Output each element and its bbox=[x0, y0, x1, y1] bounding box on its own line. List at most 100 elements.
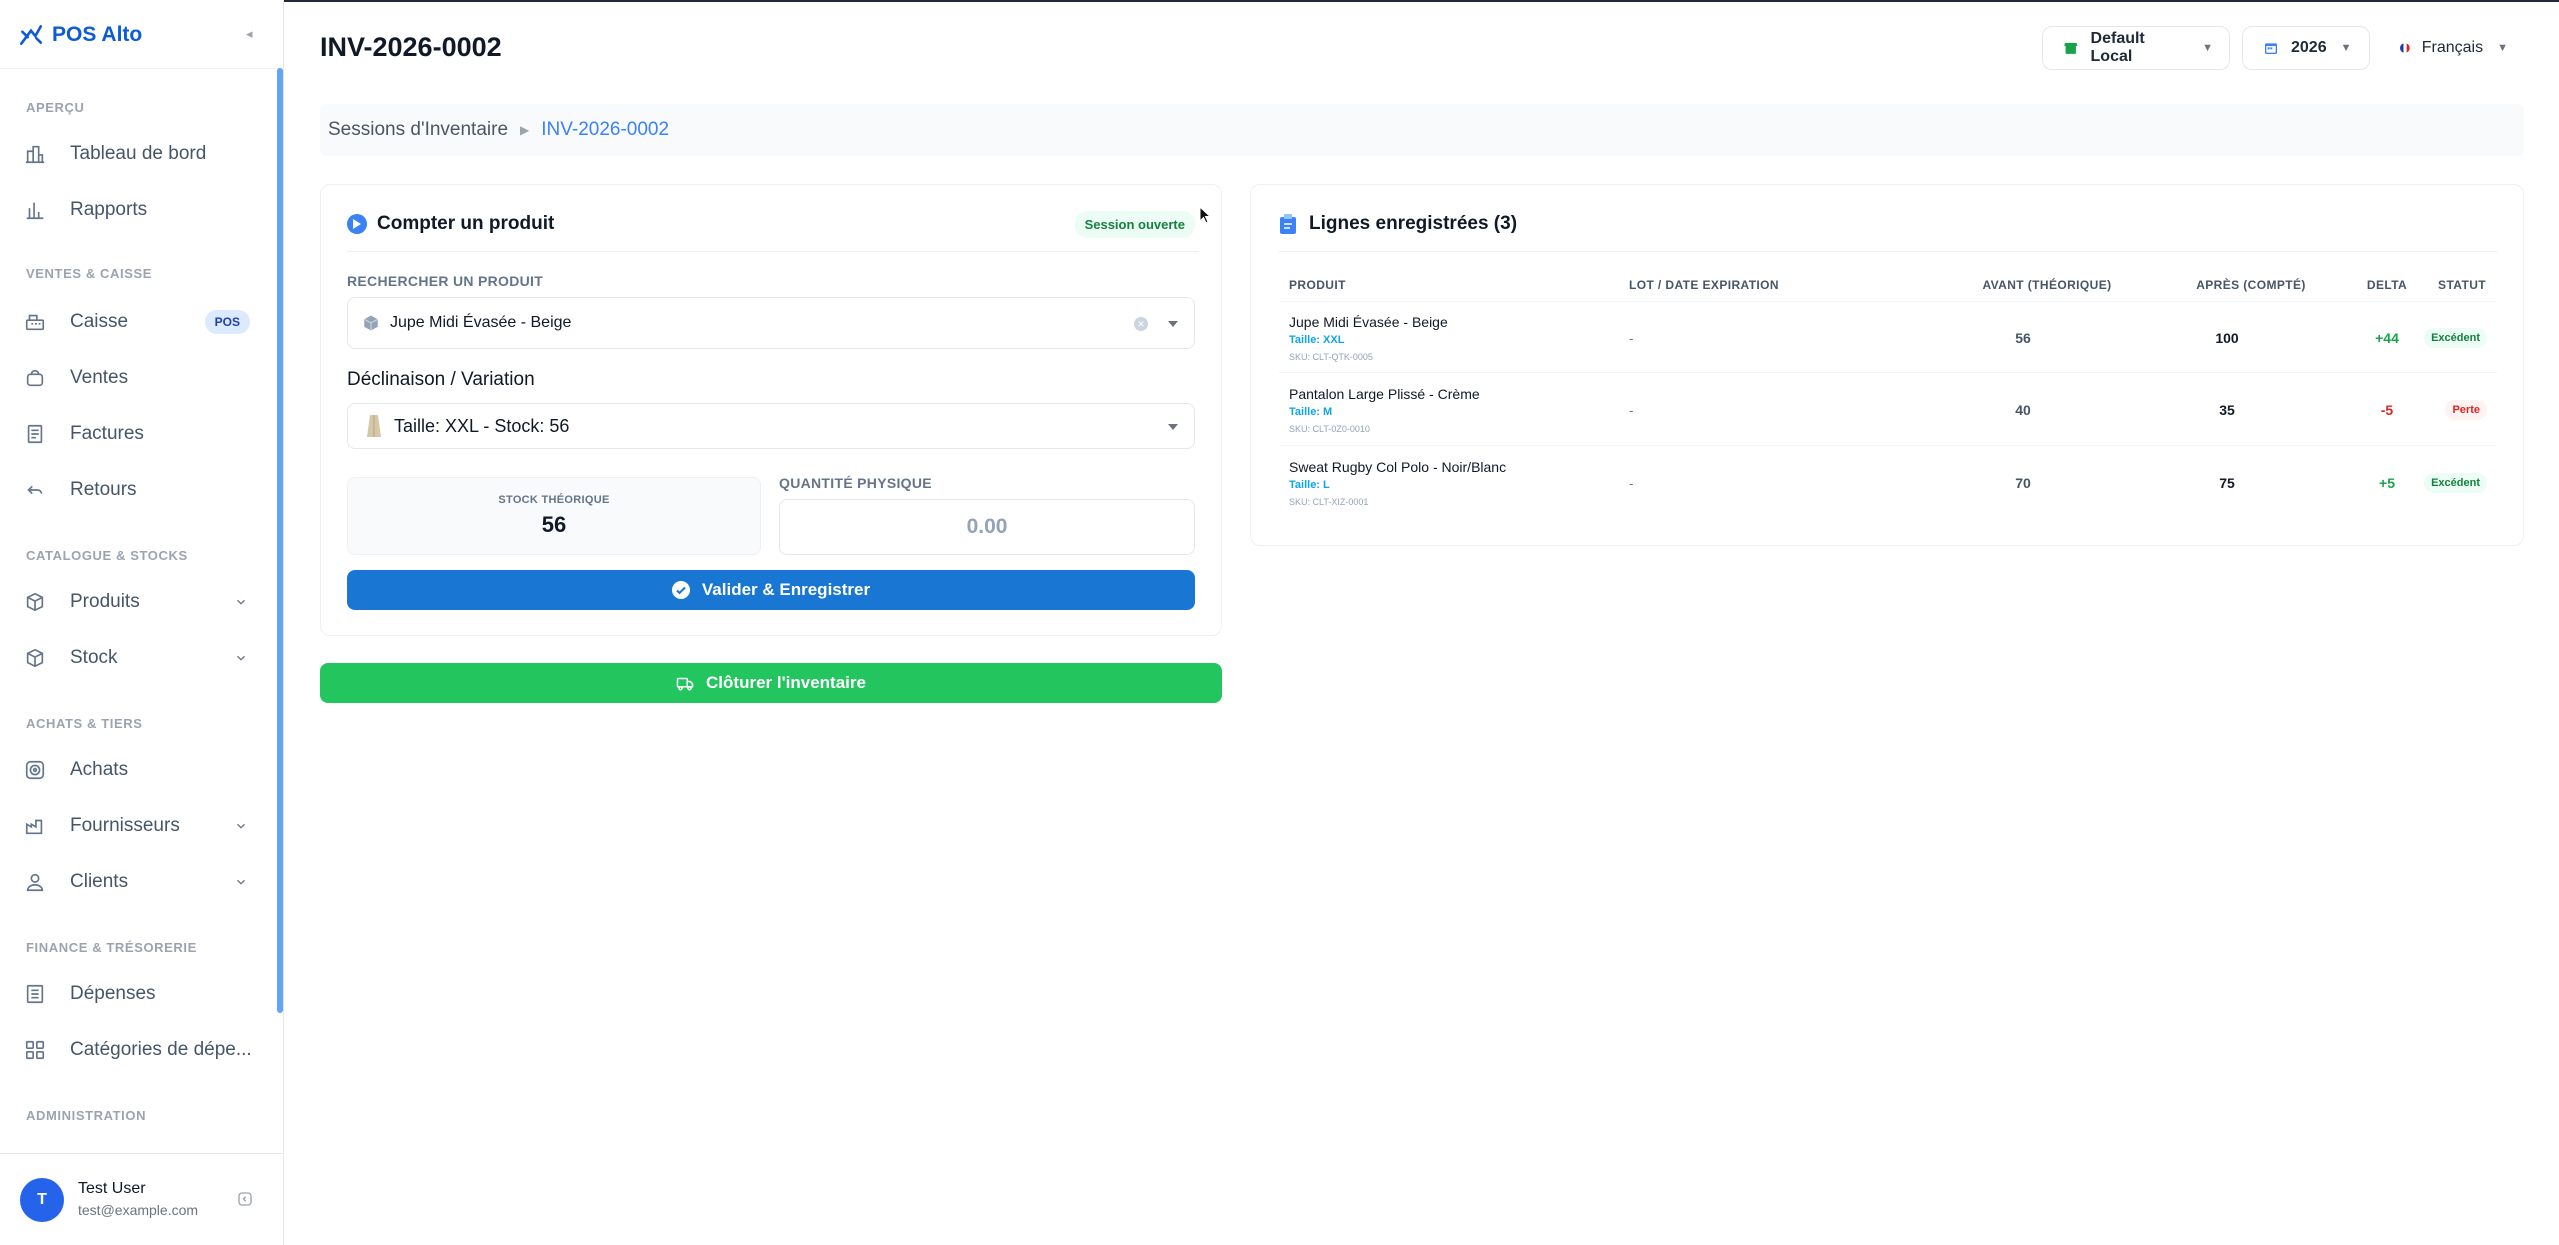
table-row[interactable]: Pantalon Large Plissé - Crème Taille: M … bbox=[1279, 374, 2497, 446]
target-icon bbox=[25, 760, 45, 780]
user-panel[interactable]: T Test User test@example.com bbox=[0, 1153, 284, 1245]
building-icon bbox=[25, 145, 45, 164]
collapse-sidebar-icon[interactable]: ◂ bbox=[246, 26, 260, 41]
validate-save-button[interactable]: Valider & Enregistrer bbox=[347, 570, 1195, 610]
grid-icon bbox=[25, 1040, 45, 1060]
logo-icon bbox=[19, 25, 43, 45]
mouse-cursor-icon bbox=[1199, 206, 1211, 224]
close-button-label: Clôturer l'inventaire bbox=[706, 673, 866, 692]
truck-icon bbox=[676, 677, 694, 691]
sidebar-item-rapports[interactable]: Rapports bbox=[14, 188, 258, 232]
delta-value: -5 bbox=[2380, 402, 2394, 418]
sidebar-item-label: Produits bbox=[70, 591, 140, 612]
app-root: POS Alto ◂ APERÇU Tableau de bord Rappor… bbox=[0, 0, 2559, 1245]
sidebar-item-categories[interactable]: Catégories de dépe... bbox=[14, 1028, 258, 1072]
chevron-down-icon bbox=[1168, 424, 1178, 430]
close-inventory-button[interactable]: Clôturer l'inventaire bbox=[320, 663, 1222, 703]
theoretical-stock-value: 56 bbox=[541, 512, 567, 537]
clear-icon[interactable]: ✕ bbox=[1134, 317, 1148, 331]
count-product-card: Compter un produit Session ouverte RECHE… bbox=[320, 184, 1222, 636]
variation-select[interactable]: Taille: XXL - Stock: 56 bbox=[347, 403, 1195, 449]
sidebar-item-factures[interactable]: Factures bbox=[14, 412, 258, 456]
divider bbox=[347, 251, 1199, 252]
chevron-down-icon: ▼ bbox=[2340, 42, 2352, 54]
validate-button-label: Valider & Enregistrer bbox=[701, 580, 871, 599]
column-header-delta: DELTA bbox=[2366, 278, 2408, 292]
french-flag-icon bbox=[2400, 43, 2410, 53]
sidebar-item-retours[interactable]: Retours bbox=[14, 468, 258, 512]
status-badge: Session ouverte bbox=[1074, 211, 1195, 238]
language-value: Français bbox=[2421, 39, 2484, 56]
top-border bbox=[284, 0, 2559, 2]
before-value: 40 bbox=[2015, 402, 2031, 418]
sidebar-item-ventes[interactable]: Ventes bbox=[14, 356, 258, 400]
theoretical-stock-box: STOCK THÉORIQUE 56 bbox=[347, 477, 761, 555]
product-name: Pantalon Large Plissé - Crème bbox=[1289, 386, 1480, 402]
product-sku: SKU: CLT-XIZ-0001 bbox=[1289, 497, 1369, 507]
cash-register-icon bbox=[25, 314, 45, 331]
logout-icon[interactable] bbox=[236, 1190, 254, 1208]
theoretical-stock-label: STOCK THÉORIQUE bbox=[498, 494, 610, 506]
product-size: Taille: M bbox=[1289, 406, 1333, 418]
bar-chart-icon bbox=[26, 202, 44, 220]
sidebar-item-label: Rapports bbox=[70, 199, 148, 220]
delta-value: +5 bbox=[2379, 475, 2395, 491]
sidebar-item-stock[interactable]: Stock bbox=[14, 636, 258, 680]
breadcrumb-parent[interactable]: Sessions d'Inventaire bbox=[328, 119, 508, 141]
table-row[interactable]: Jupe Midi Évasée - Beige Taille: XXL SKU… bbox=[1279, 301, 2497, 373]
chevron-down-icon[interactable] bbox=[1166, 319, 1180, 329]
breadcrumb-current: INV-2026-0002 bbox=[541, 119, 670, 140]
chevron-down-icon bbox=[237, 655, 245, 661]
calendar-icon bbox=[2265, 43, 2277, 54]
sidebar-item-dashboard[interactable]: Tableau de bord bbox=[14, 132, 258, 176]
year-selector[interactable]: 2026 ▼ bbox=[2242, 26, 2370, 70]
product-search-select[interactable]: Jupe Midi Évasée - Beige ✕ bbox=[347, 297, 1195, 349]
sidebar-nav: APERÇU Tableau de bord Rapports VENTES &… bbox=[0, 68, 272, 1153]
section-admin: ADMINISTRATION bbox=[26, 1108, 147, 1123]
after-value: 35 bbox=[2219, 402, 2235, 418]
store-selector[interactable]: Default Local ▼ bbox=[2042, 26, 2230, 70]
store-icon bbox=[2064, 42, 2078, 54]
language-selector[interactable]: Français ▼ bbox=[2380, 26, 2524, 70]
sidebar-item-achats[interactable]: Achats bbox=[14, 748, 258, 792]
sidebar-item-label: Stock bbox=[70, 647, 118, 668]
page-title: INV-2026-0002 bbox=[320, 32, 502, 62]
column-header-status: STATUT bbox=[2438, 278, 2486, 292]
product-sku: SKU: CLT-QTK-0005 bbox=[1289, 352, 1373, 362]
brand[interactable]: POS Alto bbox=[18, 20, 142, 50]
sidebar-item-label: Caisse bbox=[70, 311, 129, 332]
product-thumbnail-icon bbox=[367, 415, 381, 437]
product-size: Taille: L bbox=[1289, 479, 1330, 491]
variation-value: Taille: XXL - Stock: 56 bbox=[394, 415, 570, 436]
store-name: Default Local bbox=[2090, 30, 2145, 65]
sidebar-item-label: Ventes bbox=[70, 367, 129, 388]
sidebar-item-fournisseurs[interactable]: Fournisseurs bbox=[14, 804, 258, 848]
sidebar-item-clients[interactable]: Clients bbox=[14, 860, 258, 904]
variation-label: Déclinaison / Variation bbox=[347, 369, 535, 390]
sidebar-item-depenses[interactable]: Dépenses bbox=[14, 972, 258, 1016]
package-icon bbox=[363, 315, 379, 331]
product-name: Jupe Midi Évasée - Beige bbox=[1289, 314, 1448, 330]
table-row[interactable]: Sweat Rugby Col Polo - Noir/Blanc Taille… bbox=[1279, 447, 2497, 519]
before-value: 56 bbox=[2015, 330, 2031, 346]
user-name: Test User bbox=[78, 1180, 146, 1197]
lot-value: - bbox=[1629, 476, 1634, 491]
sidebar-item-produits[interactable]: Produits bbox=[14, 580, 258, 624]
delta-value: +44 bbox=[2375, 330, 2399, 346]
column-header-before: AVANT (THÉORIQUE) bbox=[1982, 278, 2112, 292]
year-value: 2026 bbox=[2291, 39, 2327, 56]
column-header-after: APRÈS (COMPTÉ) bbox=[2196, 278, 2306, 292]
column-header-lot: LOT / DATE EXPIRATION bbox=[1629, 278, 1779, 292]
after-value: 75 bbox=[2219, 475, 2235, 491]
receipt-icon bbox=[26, 984, 44, 1004]
sidebar-item-caisse[interactable]: Caisse POS bbox=[14, 300, 258, 344]
physical-quantity-label: QUANTITÉ PHYSIQUE bbox=[779, 475, 932, 491]
physical-quantity-input[interactable] bbox=[779, 499, 1195, 555]
sidebar-item-label: Dépenses bbox=[70, 983, 156, 1004]
chevron-down-icon: ▼ bbox=[2497, 42, 2508, 54]
section-catalogue: CATALOGUE & STOCKS bbox=[26, 548, 188, 563]
card-title: Lignes enregistrées (3) bbox=[1309, 213, 1518, 234]
sidebar-scrollbar[interactable] bbox=[277, 68, 283, 1013]
chevron-down-icon: ▼ bbox=[2202, 42, 2213, 54]
product-sku: SKU: CLT-0Z0-0010 bbox=[1289, 424, 1370, 434]
